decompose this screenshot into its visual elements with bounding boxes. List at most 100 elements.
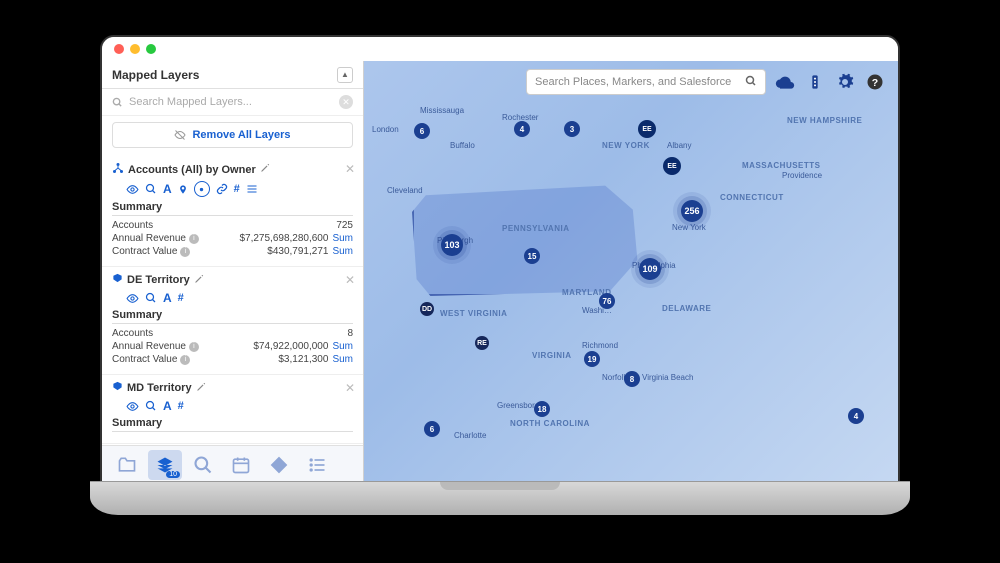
calendar-icon[interactable] (224, 450, 258, 480)
city-label: Albany (667, 141, 691, 150)
hierarchy-icon (112, 162, 124, 177)
link-icon[interactable] (216, 183, 228, 195)
city-label: Virginia Beach (642, 373, 693, 382)
map-marker[interactable]: 19 (584, 351, 600, 367)
visibility-icon[interactable] (126, 292, 139, 305)
layer-item: ✕ DE Territory A # Summary (102, 267, 363, 375)
summary-heading: Summary (112, 309, 353, 324)
map-marker[interactable]: EE (663, 157, 681, 175)
label-icon[interactable]: A (163, 291, 172, 305)
search-placeholder: Search Places, Markers, and Salesforce (535, 76, 731, 88)
visibility-icon[interactable] (126, 183, 139, 196)
cloud-icon[interactable] (774, 71, 796, 93)
summary-row: Contract Valuei$3,121,300Sum (112, 353, 353, 366)
map-marker[interactable]: 15 (524, 248, 540, 264)
search-tab-icon[interactable] (186, 450, 220, 480)
city-label: New York (672, 223, 706, 232)
hash-icon[interactable]: # (178, 400, 184, 412)
layer-name: Accounts (All) by Owner (128, 164, 256, 176)
folder-icon[interactable] (110, 450, 144, 480)
list-tab-icon[interactable] (300, 450, 334, 480)
bottom-toolbar: 10 (102, 445, 363, 483)
layer-item: ✕ MD Territory A # Summary (102, 375, 363, 444)
hash-icon[interactable]: # (234, 183, 240, 195)
edit-icon[interactable] (196, 382, 206, 395)
layers-count-badge: 10 (166, 471, 180, 478)
browser-chrome (102, 37, 898, 61)
window-close-icon[interactable] (114, 44, 124, 54)
collapse-panel-button[interactable]: ▲ (337, 67, 353, 83)
visibility-icon[interactable] (126, 400, 139, 413)
map-marker[interactable]: DD (420, 302, 434, 316)
map-marker[interactable]: 6 (424, 421, 440, 437)
layers-panel: Mapped Layers ▲ Search Mapped Layers... … (102, 61, 364, 483)
map-marker[interactable]: 76 (599, 293, 615, 309)
state-label: MASSACHUSETTS (742, 161, 821, 170)
summary-heading: Summary (112, 201, 353, 216)
map-marker[interactable]: RE (475, 336, 489, 350)
directions-icon[interactable] (262, 450, 296, 480)
layers-icon[interactable]: 10 (148, 450, 182, 480)
list-icon[interactable] (246, 183, 258, 195)
state-label: VIRGINIA (532, 351, 572, 360)
aggregation-link[interactable]: Sum (332, 233, 353, 244)
city-label: Cleveland (387, 186, 423, 195)
map-marker[interactable]: 18 (534, 401, 550, 417)
layer-toolbar: A # (126, 181, 353, 197)
search-icon[interactable] (745, 75, 757, 90)
state-label: CONNECTICUT (720, 193, 784, 202)
target-icon[interactable] (194, 181, 210, 197)
state-label: WEST VIRGINIA (440, 309, 507, 318)
layers-list: ✕ Accounts (All) by Owner (102, 156, 363, 445)
clear-search-icon[interactable]: ✕ (339, 95, 353, 109)
city-label: Providence (782, 171, 822, 180)
zoom-icon[interactable] (145, 292, 157, 304)
map-marker[interactable]: 4 (848, 408, 864, 424)
info-icon[interactable]: i (189, 234, 199, 244)
map-marker[interactable]: 8 (624, 371, 640, 387)
layers-search-input[interactable]: Search Mapped Layers... ✕ (102, 89, 363, 116)
map-marker[interactable]: 6 (414, 123, 430, 139)
summary-heading: Summary (112, 417, 353, 432)
aggregation-link[interactable]: Sum (332, 354, 353, 365)
label-icon[interactable]: A (163, 399, 172, 413)
aggregation-link[interactable]: Sum (332, 246, 353, 257)
layer-toolbar: A # (126, 291, 353, 305)
global-search-input[interactable]: Search Places, Markers, and Salesforce (526, 69, 766, 95)
close-icon[interactable]: ✕ (345, 273, 355, 287)
search-icon (112, 97, 123, 108)
map-marker[interactable]: 4 (514, 121, 530, 137)
help-icon[interactable]: ? (864, 71, 886, 93)
map-marker[interactable]: 3 (564, 121, 580, 137)
city-label: Greensboro (497, 401, 539, 410)
label-icon[interactable]: A (163, 182, 172, 196)
window-minimize-icon[interactable] (130, 44, 140, 54)
zoom-icon[interactable] (145, 400, 157, 412)
summary-row: Accounts725 (112, 219, 353, 232)
state-label: NEW HAMPSHIRE (787, 116, 862, 125)
layers-search-placeholder: Search Mapped Layers... (129, 96, 252, 108)
map-marker[interactable]: 109 (639, 258, 661, 280)
info-icon[interactable]: i (189, 342, 199, 352)
close-icon[interactable]: ✕ (345, 162, 355, 176)
gear-icon[interactable] (834, 71, 856, 93)
aggregation-link[interactable]: Sum (332, 341, 353, 352)
map-marker[interactable]: 256 (681, 200, 703, 222)
edit-icon[interactable] (260, 163, 270, 176)
edit-icon[interactable] (194, 274, 204, 287)
traffic-icon[interactable] (804, 71, 826, 93)
pin-icon[interactable] (178, 183, 188, 196)
shape-icon (112, 273, 123, 287)
hash-icon[interactable]: # (178, 292, 184, 304)
close-icon[interactable]: ✕ (345, 381, 355, 395)
window-maximize-icon[interactable] (146, 44, 156, 54)
remove-all-layers-button[interactable]: Remove All Layers (112, 122, 353, 148)
info-icon[interactable]: i (180, 247, 190, 257)
city-label: Mississauga (420, 106, 464, 115)
map-marker[interactable]: 103 (441, 234, 463, 256)
map-marker[interactable]: EE (638, 120, 656, 138)
zoom-icon[interactable] (145, 183, 157, 195)
info-icon[interactable]: i (180, 355, 190, 365)
hidden-icon (174, 129, 186, 141)
shape-icon (112, 381, 123, 395)
